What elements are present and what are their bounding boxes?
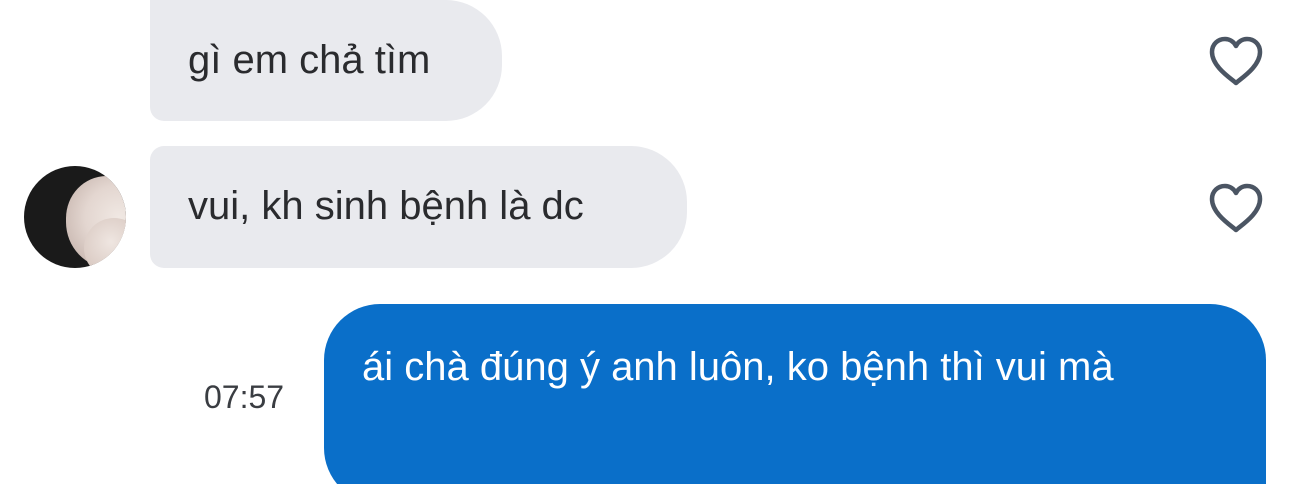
incoming-message[interactable]: vui, kh sinh bệnh là dc bbox=[150, 146, 687, 268]
message-text: vui, kh sinh bệnh là dc bbox=[188, 184, 584, 228]
incoming-message[interactable]: gì em chả tìm bbox=[150, 0, 502, 121]
heart-icon[interactable] bbox=[1208, 36, 1264, 88]
heart-icon[interactable] bbox=[1208, 183, 1264, 235]
message-timestamp: 07:57 bbox=[204, 379, 285, 415]
message-text: gì em chả tìm bbox=[188, 38, 431, 82]
outgoing-message[interactable]: ái chà đúng ý anh luôn, ko bệnh thì vui … bbox=[324, 304, 1266, 484]
message-text: ái chà đúng ý anh luôn, ko bệnh thì vui … bbox=[362, 345, 1114, 389]
chat-thread: gì em chả tìm vui, kh sinh bệnh là dc 07… bbox=[0, 0, 1290, 484]
avatar[interactable] bbox=[24, 166, 126, 268]
